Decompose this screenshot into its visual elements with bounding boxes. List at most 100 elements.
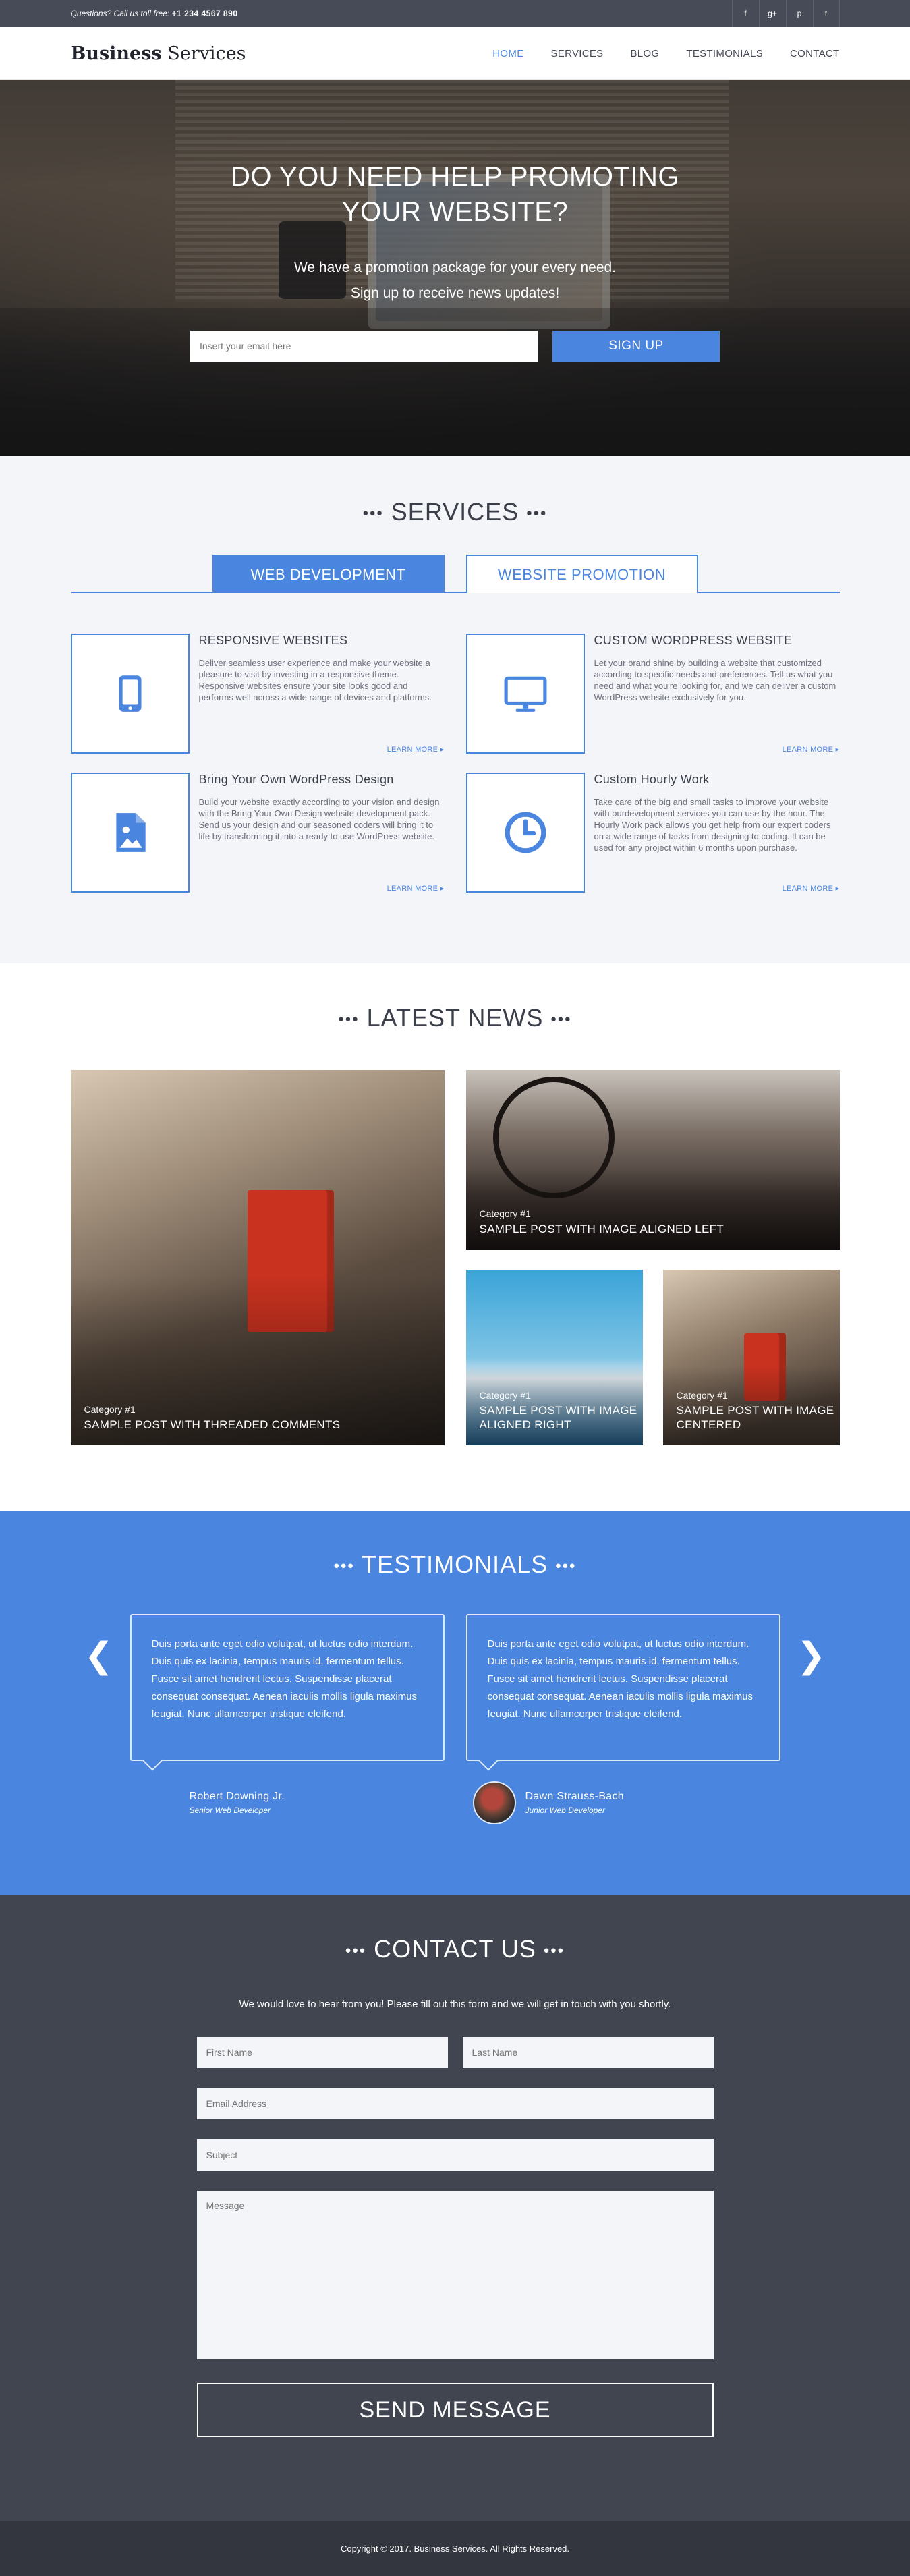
service-item: Bring Your Own WordPress Design Build yo… (70, 773, 445, 893)
post-category[interactable]: Category #1 (84, 1404, 341, 1415)
carousel-next-icon[interactable]: ❯ (797, 1638, 826, 1673)
google-plus-icon[interactable]: g+ (758, 0, 786, 27)
heading-dots-right-icon: ••• (555, 1557, 577, 1575)
learn-more-link[interactable]: LEARN MORE ▸ (783, 745, 840, 754)
contact-heading: ••• CONTACT US ••• (71, 1935, 840, 1963)
testimonial-quote: Duis porta ante eget odio volutpat, ut l… (130, 1614, 445, 1761)
image-file-icon (115, 813, 146, 852)
post-category[interactable]: Category #1 (677, 1390, 840, 1401)
contact-phone: Questions? Call us toll free: +1 234 456… (71, 9, 238, 18)
phone-number[interactable]: +1 234 4567 890 (172, 9, 238, 18)
avatar (472, 1781, 516, 1824)
heading-dots-left-icon: ••• (345, 1941, 367, 1960)
tablet-icon (119, 675, 141, 712)
post-title[interactable]: SAMPLE POST WITH THREADED COMMENTS (84, 1418, 341, 1432)
message-field[interactable] (196, 2191, 714, 2359)
nav-item-testimonials[interactable]: TESTIMONIALS (686, 48, 763, 59)
hero-subtitle: We have a promotion package for your eve… (0, 255, 910, 306)
facebook-icon[interactable]: f (731, 0, 759, 27)
service-icon-box (465, 773, 585, 893)
service-text: RESPONSIVE WEBSITES Deliver seamless use… (199, 634, 445, 754)
newsletter-form: SIGN UP (0, 331, 910, 362)
learn-more-link[interactable]: LEARN MORE ▸ (387, 745, 445, 754)
post-category[interactable]: Category #1 (480, 1208, 724, 1219)
news-card[interactable]: Category #1 SAMPLE POST WITH IMAGE CENTE… (662, 1270, 840, 1445)
learn-more-label: LEARN MORE (782, 746, 834, 754)
email-field[interactable] (196, 2088, 714, 2119)
heading-dots-left-icon: ••• (338, 1010, 360, 1029)
main-navigation: Business Services HOME SERVICES BLOG TES… (0, 27, 910, 80)
service-icon-box (465, 634, 585, 754)
news-card[interactable]: Category #1 SAMPLE POST WITH IMAGE ALIGN… (465, 1070, 840, 1250)
latest-news-section: ••• LATEST NEWS ••• Category #1 SAMPLE P… (0, 963, 910, 1511)
testimonial-quote: Duis porta ante eget odio volutpat, ut l… (465, 1614, 780, 1761)
services-tabs: WEB DEVELOPMENT WEBSITE PROMOTION (70, 555, 840, 593)
testimonials-carousel: Duis porta ante eget odio volutpat, ut l… (71, 1614, 840, 1824)
card-meta: Category #1 SAMPLE POST WITH IMAGE ALIGN… (480, 1208, 724, 1236)
testimonials-title: TESTIMONIALS (362, 1550, 548, 1578)
service-description: Take care of the big and small tasks to … (594, 797, 831, 853)
twitter-icon[interactable]: t (812, 0, 840, 27)
service-text: Bring Your Own WordPress Design Build yo… (199, 773, 445, 893)
service-description: Build your website exactly according to … (198, 797, 440, 841)
hero-section: DO YOU NEED HELP PROMOTING YOUR WEBSITE?… (0, 80, 910, 456)
caret-right-icon: ▸ (835, 885, 840, 893)
services-grid: RESPONSIVE WEBSITES Deliver seamless use… (70, 634, 840, 893)
learn-more-link[interactable]: LEARN MORE ▸ (387, 884, 445, 893)
contact-form: SEND MESSAGE (196, 2037, 714, 2437)
hero-subtitle-line1: We have a promotion package for your eve… (293, 260, 617, 275)
card-meta: Category #1 SAMPLE POST WITH IMAGE CENTE… (677, 1390, 840, 1432)
service-title: Bring Your Own WordPress Design (198, 773, 394, 786)
caret-right-icon: ▸ (440, 885, 445, 893)
send-message-button[interactable]: SEND MESSAGE (196, 2383, 714, 2437)
caret-right-icon: ▸ (440, 746, 445, 754)
service-icon-box (70, 773, 190, 893)
nav-item-home[interactable]: HOME (492, 48, 523, 59)
site-logo[interactable]: Business Services (71, 43, 246, 64)
first-name-field[interactable] (196, 2037, 448, 2068)
testimonial-author: Dawn Strauss-Bach Junior Web Developer (466, 1781, 780, 1824)
services-section: ••• SERVICES ••• WEB DEVELOPMENT WEBSITE… (0, 456, 910, 963)
author-name: Robert Downing Jr. (189, 1791, 285, 1802)
nav-item-services[interactable]: SERVICES (551, 48, 604, 59)
top-bar: Questions? Call us toll free: +1 234 456… (0, 0, 910, 27)
service-icon-box (70, 634, 190, 754)
subject-field[interactable] (196, 2139, 714, 2171)
nav-item-contact[interactable]: CONTACT (790, 48, 839, 59)
service-text: Custom Hourly Work Take care of the big … (594, 773, 840, 893)
signup-button[interactable]: SIGN UP (552, 331, 720, 362)
tab-web-development[interactable]: WEB DEVELOPMENT (212, 555, 445, 593)
nav-menu: HOME SERVICES BLOG TESTIMONIALS CONTACT (492, 48, 839, 59)
services-title: SERVICES (391, 498, 519, 526)
learn-more-label: LEARN MORE (782, 885, 834, 893)
copyright-text: Copyright © 2017. Business Services. All… (340, 2543, 570, 2554)
pinterest-icon[interactable]: p (785, 0, 813, 27)
post-title[interactable]: SAMPLE POST WITH IMAGE ALIGNED RIGHT (480, 1403, 643, 1432)
post-title[interactable]: SAMPLE POST WITH IMAGE ALIGNED LEFT (480, 1222, 724, 1236)
name-row (196, 2037, 714, 2088)
nav-item-blog[interactable]: BLOG (631, 48, 660, 59)
testimonial-item: Duis porta ante eget odio volutpat, ut l… (465, 1614, 780, 1824)
tab-website-promotion[interactable]: WEBSITE PROMOTION (465, 555, 698, 593)
heading-dots-right-icon: ••• (526, 504, 548, 523)
news-card[interactable]: Category #1 SAMPLE POST WITH THREADED CO… (70, 1070, 445, 1445)
learn-more-link[interactable]: LEARN MORE ▸ (783, 884, 840, 893)
service-title: RESPONSIVE WEBSITES (198, 634, 348, 647)
contact-section: ••• CONTACT US ••• We would love to hear… (0, 1895, 910, 2521)
news-title: LATEST NEWS (366, 1004, 544, 1032)
social-links: f g+ p t (731, 0, 840, 27)
heading-dots-right-icon: ••• (550, 1010, 572, 1029)
heading-dots-left-icon: ••• (362, 504, 384, 523)
service-description: Let your brand shine by building a websi… (594, 658, 836, 702)
heading-dots-left-icon: ••• (333, 1557, 355, 1575)
carousel-prev-icon[interactable]: ❮ (84, 1638, 114, 1673)
post-title[interactable]: SAMPLE POST WITH IMAGE CENTERED (677, 1403, 840, 1432)
last-name-field[interactable] (462, 2037, 714, 2068)
author-name: Dawn Strauss-Bach (525, 1791, 624, 1802)
news-grid: Category #1 SAMPLE POST WITH THREADED CO… (70, 1070, 840, 1445)
post-category[interactable]: Category #1 (480, 1390, 643, 1401)
service-item: Custom Hourly Work Take care of the big … (465, 773, 840, 893)
newsletter-email-input[interactable] (190, 331, 538, 362)
news-card[interactable]: Category #1 SAMPLE POST WITH IMAGE ALIGN… (465, 1270, 643, 1445)
hero-subtitle-line2: Sign up to receive news updates! (350, 285, 560, 301)
